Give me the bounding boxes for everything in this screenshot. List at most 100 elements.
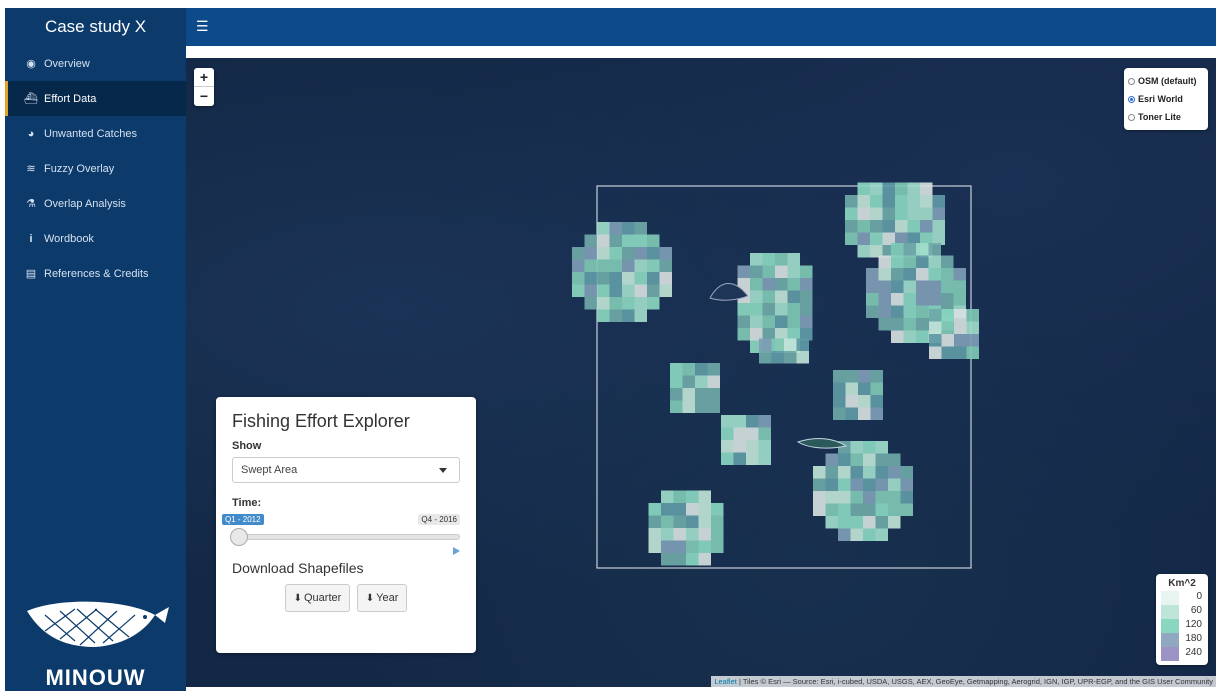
effort-cell (903, 255, 916, 268)
effort-cell (966, 334, 979, 347)
effort-cell (737, 303, 750, 316)
effort-cell (929, 321, 942, 334)
radio-icon[interactable] (1128, 113, 1135, 121)
play-icon[interactable] (453, 547, 460, 555)
effort-cell (737, 265, 750, 278)
download-quarter-button[interactable]: ⬇ Quarter (284, 584, 351, 612)
effort-cell (648, 528, 661, 541)
time-label: Time: (232, 497, 262, 509)
effort-cell (907, 207, 920, 220)
sidebar-item-references-credits[interactable]: ▤ References & Credits (5, 256, 186, 291)
sidebar-item-overview[interactable]: ◉ Overview (5, 46, 186, 81)
effort-cell (661, 490, 674, 503)
effort-cell (737, 328, 750, 341)
effort-cell (903, 318, 916, 331)
hamburger-menu-icon[interactable]: ☰ (196, 18, 209, 35)
effort-cell (888, 503, 901, 516)
effort-cell (670, 375, 683, 388)
sidebar-item-unwanted-catches[interactable]: ◕ Unwanted Catches (5, 116, 186, 151)
sidebar-item-overlap-analysis[interactable]: ⚗ Overlap Analysis (5, 186, 186, 221)
map-view[interactable]: + − OSM (default) Esri World Toner Lite … (186, 58, 1216, 687)
effort-cell (750, 253, 763, 266)
sidebar-item-wordbook[interactable]: i Wordbook (5, 221, 186, 256)
effort-cell (800, 315, 813, 328)
effort-cell (597, 234, 610, 247)
effort-cell (762, 265, 775, 278)
basemap-layer-switcher: OSM (default) Esri World Toner Lite (1124, 68, 1208, 130)
leaflet-link[interactable]: Leaflet (714, 677, 737, 686)
zoom-control: + − (194, 68, 214, 106)
effort-cell (878, 255, 891, 268)
time-slider[interactable]: Q1 - 2012 Q4 - 2016 (222, 514, 460, 555)
radio-icon[interactable] (1128, 77, 1135, 85)
effort-cell (648, 515, 661, 528)
effort-cell (845, 232, 858, 245)
effort-cell (863, 503, 876, 516)
effort-cell (932, 220, 945, 233)
effort-cell (762, 278, 775, 291)
effort-cell (622, 259, 635, 272)
effort-cell (903, 268, 916, 281)
flask-icon: ⚗ (26, 198, 36, 210)
sidebar-item-effort-data[interactable]: ⛴ Effort Data (5, 81, 186, 116)
effort-cell (634, 222, 647, 235)
effort-cell (863, 491, 876, 504)
effort-cell (659, 284, 672, 297)
logo-text: MINOUW (45, 665, 146, 690)
effort-cell (698, 503, 711, 516)
effort-cell (857, 232, 870, 245)
effort-cell (878, 318, 891, 331)
effort-cell (850, 478, 863, 491)
layer-option-esri-world[interactable]: Esri World (1128, 90, 1204, 108)
effort-cell (895, 195, 908, 208)
effort-cell (920, 220, 933, 233)
effort-cell (670, 400, 683, 413)
sidebar: Case study X ◉ Overview ⛴ Effort Data ◕ … (5, 8, 186, 691)
download-year-button[interactable]: ⬇ Year (356, 584, 408, 612)
effort-cell (597, 272, 610, 285)
pie-chart-icon: ◕ (27, 127, 35, 140)
caret-down-icon (439, 468, 447, 473)
effort-cell (597, 284, 610, 297)
effort-cell (813, 466, 826, 479)
legend-value: 120 (1185, 619, 1202, 630)
effort-cell (929, 334, 942, 347)
effort-cell (907, 195, 920, 208)
effort-cell (863, 478, 876, 491)
effort-cell (750, 290, 763, 303)
show-select[interactable]: Swept Area (232, 457, 460, 483)
effort-cell (746, 452, 759, 465)
effort-cell (870, 182, 883, 195)
legend-swatch (1161, 591, 1179, 605)
layer-option-label: Esri World (1138, 94, 1183, 104)
effort-cell (775, 265, 788, 278)
slider-track[interactable] (232, 534, 460, 540)
layer-option-osm[interactable]: OSM (default) (1128, 72, 1204, 90)
effort-cell (838, 516, 851, 529)
slider-handle[interactable] (230, 528, 248, 546)
legend-swatch (1161, 619, 1179, 633)
effort-cell (775, 278, 788, 291)
effort-cell (597, 259, 610, 272)
effort-cell (682, 388, 695, 401)
sidebar-item-fuzzy-overlay[interactable]: ≋ Fuzzy Overlay (5, 151, 186, 186)
effort-cell (597, 309, 610, 322)
effort-cell (916, 318, 929, 331)
effort-cell (733, 427, 746, 440)
effort-cell (850, 466, 863, 479)
effort-cell (891, 243, 904, 256)
radio-selected-icon[interactable] (1128, 95, 1135, 103)
effort-cell (916, 305, 929, 318)
slider-from-tag: Q1 - 2012 (222, 514, 264, 525)
layer-option-toner-lite[interactable]: Toner Lite (1128, 108, 1204, 126)
effort-cell (670, 388, 683, 401)
effort-cell (733, 415, 746, 428)
effort-cell (833, 395, 846, 408)
effort-cell (891, 268, 904, 281)
zoom-out-button[interactable]: − (194, 87, 214, 106)
effort-cell (875, 478, 888, 491)
effort-cell (733, 452, 746, 465)
zoom-in-button[interactable]: + (194, 68, 214, 87)
effort-cell (903, 280, 916, 293)
effort-cell (882, 195, 895, 208)
